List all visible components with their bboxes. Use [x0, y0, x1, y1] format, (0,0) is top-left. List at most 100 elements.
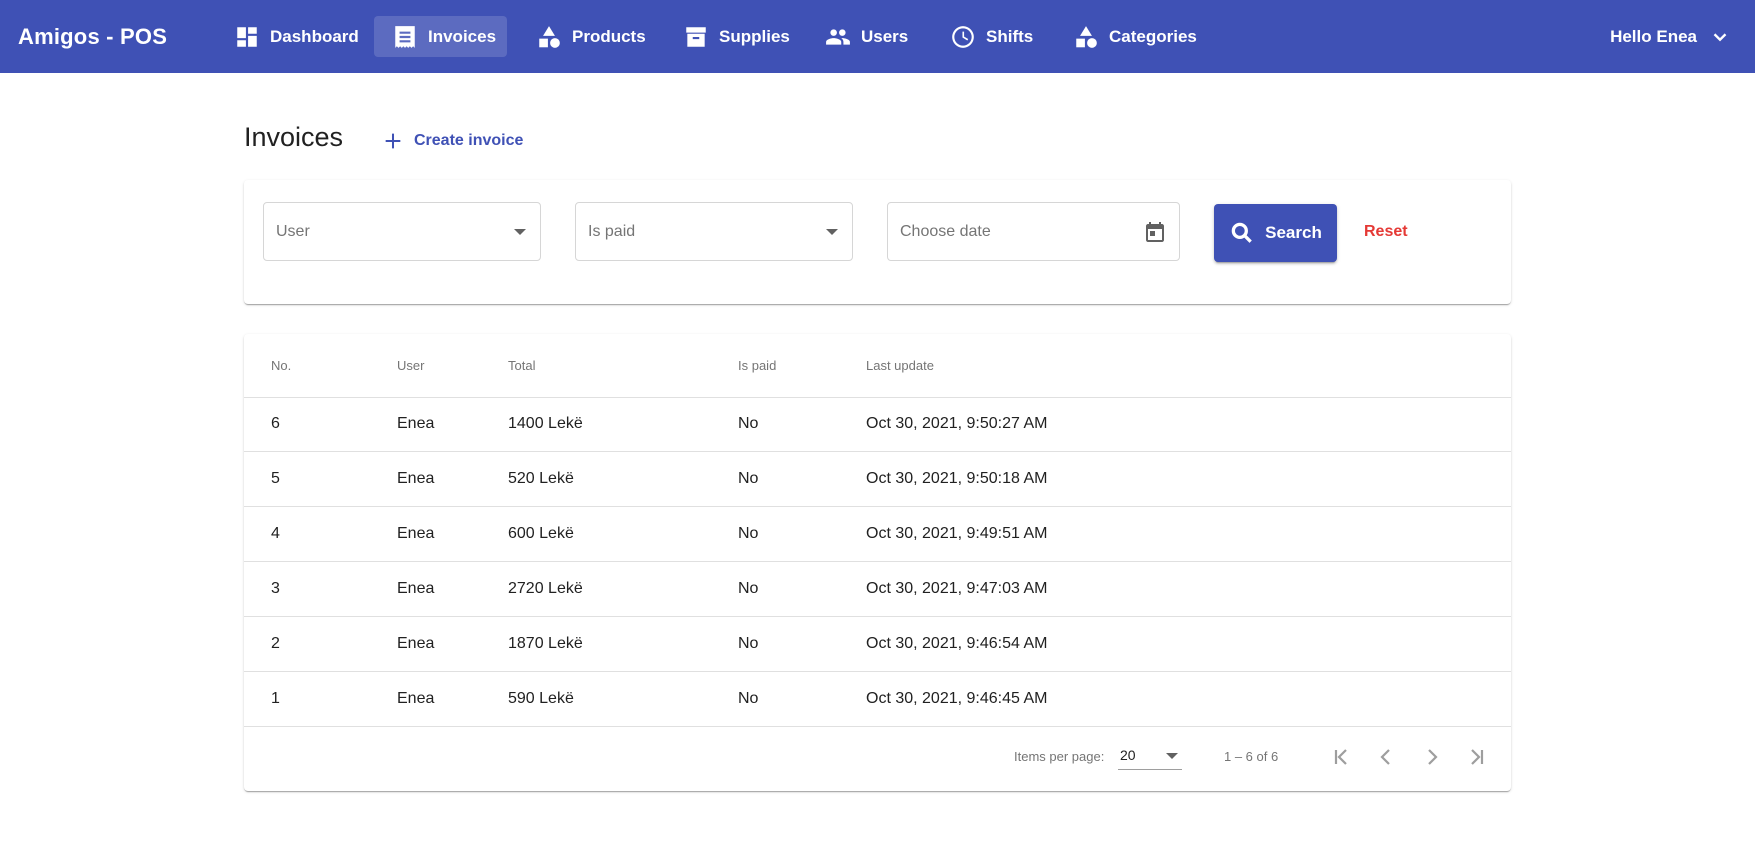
cell-user: Enea	[397, 635, 435, 652]
category-shapes-icon	[539, 25, 560, 48]
reset-button[interactable]: Reset	[1352, 204, 1420, 260]
user-menu[interactable]: Hello Enea	[1610, 0, 1731, 73]
user-greeting: Hello Enea	[1610, 26, 1697, 46]
is-paid-select-placeholder: Is paid	[588, 222, 636, 240]
items-per-page-value: 20	[1120, 747, 1136, 763]
cell-last-update: Oct 30, 2021, 9:50:18 AM	[866, 470, 1048, 487]
archive-icon	[686, 26, 706, 47]
create-invoice-label: Create invoice	[414, 132, 524, 149]
items-per-page-select[interactable]: 20	[1118, 743, 1182, 770]
cell-user: Enea	[397, 415, 435, 432]
dropdown-arrow-icon	[514, 228, 526, 235]
chevron-left-icon	[1380, 749, 1390, 765]
cell-no: 1	[271, 690, 280, 707]
nav-item-label: Invoices	[428, 26, 497, 46]
nav-item-label: Supplies	[719, 26, 790, 46]
dropdown-arrow-icon	[826, 228, 838, 235]
nav-item-supplies[interactable]: Supplies	[665, 16, 808, 57]
table-row[interactable]: 4 Enea 600 Lekë No Oct 30, 2021, 9:49:51…	[244, 507, 1511, 562]
cell-last-update: Oct 30, 2021, 9:46:45 AM	[866, 690, 1048, 707]
clock-icon	[952, 25, 974, 48]
top-navbar: Amigos - POS Dashboard Invoices Products…	[0, 0, 1755, 73]
cell-no: 4	[271, 525, 280, 542]
column-header-no: No.	[271, 358, 292, 373]
search-icon	[1231, 222, 1252, 243]
plus-icon	[385, 133, 401, 149]
is-paid-select[interactable]: Is paid	[575, 202, 853, 261]
cell-user: Enea	[397, 580, 435, 597]
table-row[interactable]: 3 Enea 2720 Lekë No Oct 30, 2021, 9:47:0…	[244, 562, 1511, 617]
cell-is-paid: No	[738, 690, 759, 707]
cell-user: Enea	[397, 470, 435, 487]
nav-item-invoices[interactable]: Invoices	[374, 16, 507, 57]
cell-total: 520 Lekë	[508, 470, 574, 487]
cell-last-update: Oct 30, 2021, 9:46:54 AM	[866, 635, 1048, 652]
user-select[interactable]: User	[263, 202, 541, 261]
cell-user: Enea	[397, 690, 435, 707]
nav-item-products[interactable]: Products	[518, 16, 664, 57]
cell-is-paid: No	[738, 525, 759, 542]
page-range-label: 1 – 6 of 6	[1224, 749, 1279, 764]
nav-item-label: Users	[861, 26, 909, 46]
table-row[interactable]: 6 Enea 1400 Lekë No Oct 30, 2021, 9:50:2…	[244, 397, 1511, 452]
create-invoice-button[interactable]: Create invoice	[382, 126, 523, 156]
nav-item-shifts[interactable]: Shifts	[932, 16, 1051, 57]
table-row[interactable]: 1 Enea 590 Lekë No Oct 30, 2021, 9:46:45…	[244, 672, 1511, 727]
cell-total: 590 Lekë	[508, 690, 574, 707]
people-icon	[826, 28, 850, 45]
category-shapes-icon	[1076, 25, 1097, 48]
page-title: Invoices	[244, 122, 344, 152]
table-row[interactable]: 5 Enea 520 Lekë No Oct 30, 2021, 9:50:18…	[244, 452, 1511, 507]
paginator: Items per page: 20 1 – 6 of 6	[244, 723, 1511, 791]
cell-total: 2720 Lekë	[508, 580, 583, 597]
table-row[interactable]: 2 Enea 1870 Lekë No Oct 30, 2021, 9:46:5…	[244, 617, 1511, 672]
cell-is-paid: No	[738, 580, 759, 597]
app-title[interactable]: Amigos - POS	[18, 0, 167, 73]
cell-last-update: Oct 30, 2021, 9:49:51 AM	[866, 525, 1048, 542]
table-header: No. User Total Is paid Last update	[244, 334, 1511, 398]
next-page-button[interactable]	[1416, 741, 1448, 773]
cell-total: 1870 Lekë	[508, 635, 583, 652]
last-page-icon	[1471, 749, 1484, 765]
nav-item-label: Products	[572, 26, 646, 46]
nav-item-users[interactable]: Users	[807, 16, 926, 57]
cell-total: 1400 Lekë	[508, 415, 583, 432]
last-page-button[interactable]	[1461, 741, 1493, 773]
cell-last-update: Oct 30, 2021, 9:47:03 AM	[866, 580, 1048, 597]
calendar-icon[interactable]	[1143, 220, 1167, 244]
nav-item-label: Categories	[1109, 26, 1197, 46]
column-header-last-update: Last update	[866, 358, 934, 373]
filter-card: User Is paid Choose date Search Reset	[244, 180, 1511, 304]
chevron-down-icon	[1713, 32, 1727, 41]
items-per-page-label: Items per page:	[1014, 749, 1105, 764]
cell-user: Enea	[397, 525, 435, 542]
nav-item-dashboard[interactable]: Dashboard	[216, 16, 377, 57]
cell-no: 2	[271, 635, 280, 652]
dropdown-arrow-icon	[1166, 753, 1178, 759]
search-button-label: Search	[1265, 223, 1322, 242]
invoices-table: No. User Total Is paid Last update 6 Ene…	[244, 334, 1511, 791]
column-header-user: User	[397, 358, 425, 373]
cell-no: 6	[271, 415, 280, 432]
date-picker-input[interactable]: Choose date	[887, 202, 1180, 261]
previous-page-button[interactable]	[1370, 741, 1402, 773]
cell-no: 5	[271, 470, 280, 487]
cell-no: 3	[271, 580, 280, 597]
receipt-icon	[395, 25, 415, 48]
cell-is-paid: No	[738, 470, 759, 487]
first-page-button[interactable]	[1325, 741, 1357, 773]
cell-total: 600 Lekë	[508, 525, 574, 542]
nav-item-label: Dashboard	[270, 26, 359, 46]
cell-is-paid: No	[738, 415, 759, 432]
cell-is-paid: No	[738, 635, 759, 652]
nav-item-categories[interactable]: Categories	[1055, 16, 1215, 57]
chevron-right-icon	[1428, 749, 1438, 765]
user-select-placeholder: User	[276, 222, 310, 240]
search-button[interactable]: Search	[1214, 204, 1337, 262]
column-header-total: Total	[508, 358, 536, 373]
first-page-icon	[1334, 749, 1347, 765]
nav-item-label: Shifts	[986, 26, 1034, 46]
date-picker-placeholder: Choose date	[900, 222, 991, 240]
cell-last-update: Oct 30, 2021, 9:50:27 AM	[866, 415, 1048, 432]
column-header-is-paid: Is paid	[738, 358, 777, 373]
